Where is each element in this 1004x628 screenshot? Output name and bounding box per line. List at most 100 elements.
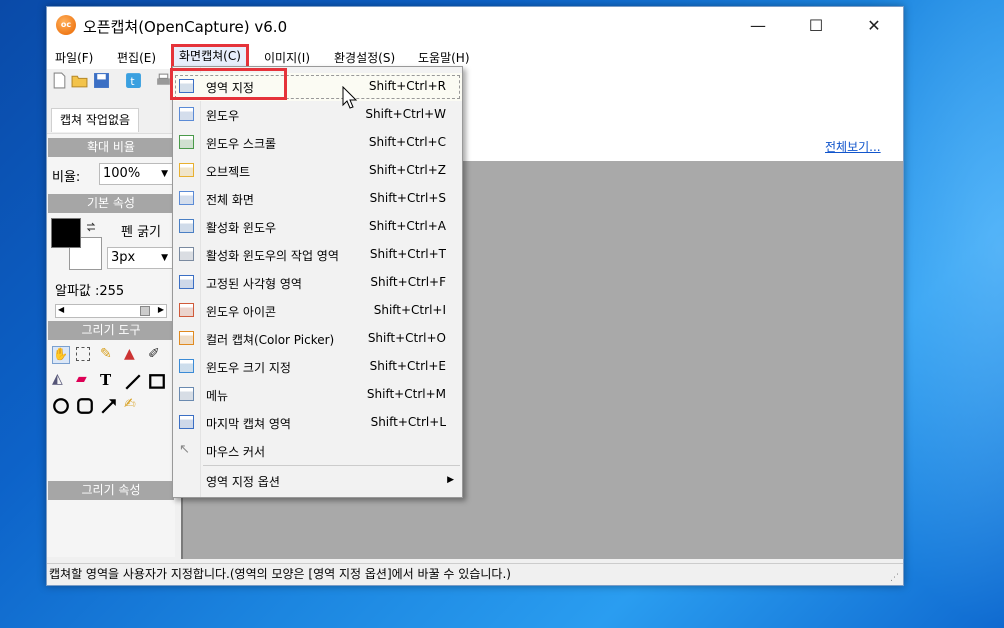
menu-item-label: 전체 화면 (206, 193, 254, 207)
menu-item-fixed-rect[interactable]: 고정된 사각형 영역 Shift+Ctrl+F (173, 269, 462, 297)
hand-tool-icon[interactable]: ✋ (52, 346, 70, 364)
draw-props-header: 그리기 속성 (48, 481, 174, 500)
pencil-icon[interactable]: ✎ (100, 346, 118, 364)
menu-item-label: 윈도우 스크롤 (206, 137, 277, 151)
menu-item-window-size[interactable]: 윈도우 크기 지정 Shift+Ctrl+E (173, 353, 462, 381)
active-window-icon (179, 219, 194, 233)
menu-item-label: 고정된 사각형 영역 (206, 277, 302, 291)
menu-item-shortcut: Shift+Ctrl+I (373, 303, 446, 317)
open-folder-icon[interactable] (71, 72, 88, 89)
menu-item-label: 영역 지정 옵션 (206, 475, 280, 489)
chevron-down-icon: ▼ (161, 253, 168, 263)
menu-item-shortcut: Shift+Ctrl+L (370, 415, 446, 429)
chevron-down-icon: ▼ (161, 169, 168, 179)
pen-width-select[interactable]: 3px ▼ (107, 247, 173, 269)
ratio-select[interactable]: 100% ▼ (99, 163, 173, 185)
rounded-rect-tool-icon[interactable] (76, 397, 94, 415)
menu-item-shortcut: Shift+Ctrl+R (368, 79, 446, 93)
mouse-cursor-icon: ↖ (179, 442, 190, 457)
menu-separator (203, 465, 460, 466)
note-tool-icon[interactable]: ✍ (124, 396, 142, 414)
menu-help[interactable]: 도움말(H) (418, 49, 470, 66)
fill-bucket-icon[interactable]: ◭ (52, 371, 70, 389)
color-picker-icon (179, 331, 194, 345)
basic-section-header: 기본 속성 (48, 194, 174, 213)
foreground-color-swatch[interactable] (51, 218, 81, 248)
slider-right-arrow-icon[interactable]: ▶ (158, 305, 164, 314)
minimize-button[interactable]: — (729, 7, 787, 45)
menu-item-menu[interactable]: 메뉴 Shift+Ctrl+M (173, 381, 462, 409)
menu-item-color-picker[interactable]: 컬러 캡쳐(Color Picker) Shift+Ctrl+O (173, 325, 462, 353)
new-file-icon[interactable] (51, 72, 68, 89)
menu-image[interactable]: 이미지(I) (264, 49, 310, 66)
menu-item-shortcut: Shift+Ctrl+C (368, 135, 446, 149)
window-scroll-icon (179, 135, 194, 149)
fullscreen-icon (179, 191, 194, 205)
close-button[interactable]: ✕ (845, 7, 903, 45)
line-tool-icon[interactable] (124, 373, 142, 391)
status-bar: 캡쳐할 영역을 사용자가 지정합니다.(영역의 모양은 [영역 지정 옵션]에서… (47, 563, 903, 585)
window-icon (179, 107, 194, 121)
window-icon-capture-icon (179, 303, 194, 317)
menu-item-region-options[interactable]: 영역 지정 옵션 ▶ (173, 467, 462, 495)
menu-item-object[interactable]: 오브젝트 Shift+Ctrl+Z (173, 157, 462, 185)
maximize-button[interactable]: ☐ (787, 7, 845, 45)
alpha-label: 알파값 :255 (55, 284, 125, 299)
capture-dropdown-menu: 영역 지정 Shift+Ctrl+R 윈도우 Shift+Ctrl+W 윈도우 스크롤 S… (172, 66, 463, 498)
swap-colors-icon[interactable] (85, 221, 97, 233)
menu-item-label: 컬러 캡쳐(Color Picker) (206, 333, 335, 347)
menu-item-label: 오브젝트 (206, 165, 251, 179)
slider-thumb[interactable] (140, 306, 150, 316)
menu-item-shortcut: Shift+Ctrl+E (369, 359, 446, 373)
menu-item-active-window[interactable]: 활성화 윈도우 Shift+Ctrl+A (173, 213, 462, 241)
menu-item-window-icon-capture[interactable]: 윈도우 아이콘 Shift+Ctrl+I (173, 297, 462, 325)
svg-text:t: t (130, 75, 134, 88)
zoom-section-header: 확대 비율 (48, 138, 174, 157)
menu-capture[interactable]: 화면캡쳐(C) (171, 44, 249, 70)
ratio-value: 100% (103, 166, 141, 181)
menu-edit[interactable]: 편집(E) (117, 49, 156, 66)
toolbar: t (47, 69, 172, 95)
arrow-tool-icon[interactable] (100, 397, 118, 415)
mouse-pointer-icon (342, 86, 358, 109)
menu-item-mouse-cursor[interactable]: ↖ 마우스 커서 (173, 437, 462, 465)
menu-item-shortcut: Shift+Ctrl+S (369, 191, 446, 205)
menu-item-fullscreen[interactable]: 전체 화면 Shift+Ctrl+S (173, 185, 462, 213)
eraser-icon[interactable]: ▰ (76, 371, 94, 389)
menu-settings[interactable]: 환경설정(S) (334, 49, 395, 66)
text-tool-icon[interactable]: T (100, 371, 118, 389)
twitter-icon[interactable]: t (125, 72, 142, 89)
fixed-rect-icon (179, 275, 194, 289)
menu-item-label: 윈도우 아이콘 (206, 305, 277, 319)
menu-item-window[interactable]: 윈도우 Shift+Ctrl+W (173, 101, 462, 129)
menu-item-shortcut: Shift+Ctrl+M (366, 387, 446, 401)
select-rect-icon[interactable] (76, 347, 90, 361)
window-title: 오픈캡쳐(OpenCapture) v6.0 (83, 18, 288, 36)
resize-grip-icon[interactable]: ⋰ (890, 568, 899, 588)
pen-width-value: 3px (111, 250, 136, 265)
menu-item-shortcut: Shift+Ctrl+O (367, 331, 446, 345)
save-icon[interactable] (93, 72, 110, 89)
menu-item-last-area[interactable]: 마지막 캡쳐 영역 Shift+Ctrl+L (173, 409, 462, 437)
object-icon (179, 163, 194, 177)
status-text: 캡쳐할 영역을 사용자가 지정합니다.(영역의 모양은 [영역 지정 옵션]에서… (49, 567, 511, 581)
ellipse-tool-icon[interactable] (52, 397, 70, 415)
menu-item-shortcut: Shift+Ctrl+A (369, 219, 446, 233)
title-bar: oc 오픈캡쳐(OpenCapture) v6.0 — ☐ ✕ (47, 7, 903, 45)
alpha-slider[interactable]: ◀ ▶ (55, 304, 167, 318)
eyedropper-icon[interactable]: ✐ (148, 346, 166, 364)
view-all-link[interactable]: 전체보기... (825, 138, 881, 155)
menu-item-label: 마지막 캡쳐 영역 (206, 417, 291, 431)
tab-no-capture[interactable]: 캡쳐 작업없음 (51, 108, 139, 132)
marker-icon[interactable]: ▲ (124, 346, 142, 364)
menu-file[interactable]: 파일(F) (55, 49, 93, 66)
ratio-label: 비율: (52, 170, 81, 185)
menu-item-label: 활성화 윈도우의 작업 영역 (206, 249, 339, 263)
menu-item-shortcut: Shift+Ctrl+T (369, 247, 446, 261)
menu-item-window-scroll[interactable]: 윈도우 스크롤 Shift+Ctrl+C (173, 129, 462, 157)
rectangle-tool-icon[interactable] (148, 373, 166, 391)
menu-item-active-client[interactable]: 활성화 윈도우의 작업 영역 Shift+Ctrl+T (173, 241, 462, 269)
menu-item-shortcut: Shift+Ctrl+F (370, 275, 446, 289)
slider-left-arrow-icon[interactable]: ◀ (58, 305, 64, 314)
menu-item-shortcut: Shift+Ctrl+Z (369, 163, 446, 177)
